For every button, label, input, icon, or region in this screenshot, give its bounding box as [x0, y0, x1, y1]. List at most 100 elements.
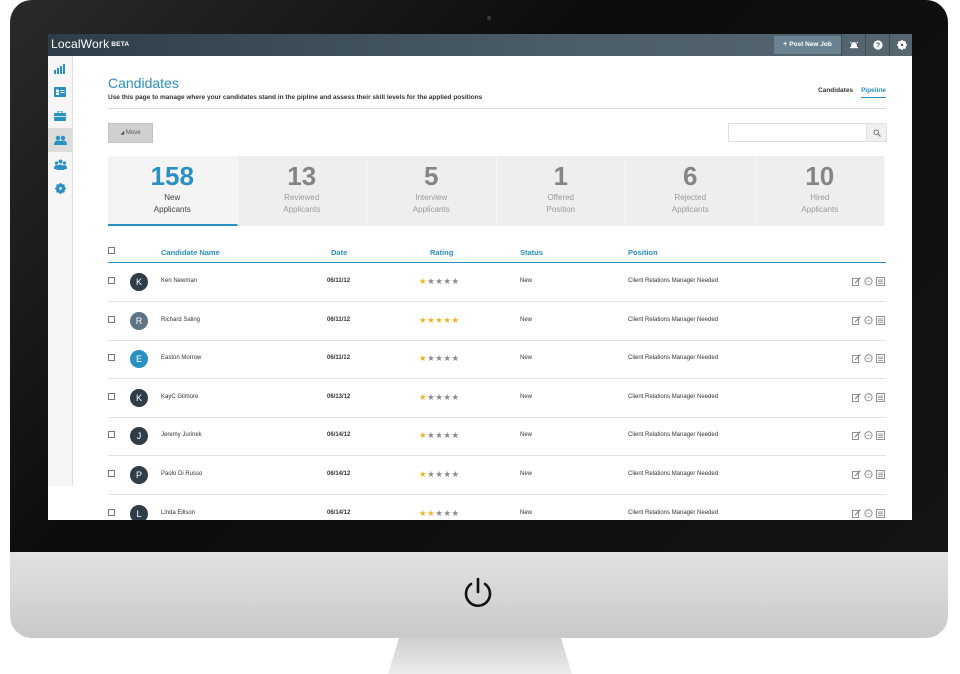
row-actions — [850, 392, 886, 403]
candidate-name[interactable]: Richard Saling — [161, 317, 200, 323]
comment-icon[interactable] — [863, 276, 874, 287]
row-checkbox[interactable] — [108, 470, 115, 477]
rating-stars[interactable]: ★★★★★ — [419, 469, 460, 480]
candidate-name[interactable]: Linda Ellison — [161, 510, 195, 516]
sidebar-item-jobs[interactable] — [48, 104, 72, 128]
page-title: Candidates — [108, 75, 179, 91]
move-button[interactable]: ◢ Move — [108, 123, 153, 143]
notes-icon[interactable] — [875, 469, 886, 480]
star-icon: ★ — [419, 391, 428, 402]
notes-icon[interactable] — [875, 353, 886, 364]
edit-icon[interactable] — [851, 469, 862, 480]
sidebar-item-team[interactable] — [48, 152, 72, 176]
candidate-name[interactable]: Easton Morrow — [161, 355, 201, 361]
edit-icon[interactable] — [851, 508, 862, 519]
app-logo[interactable]: LocalWork BETA — [51, 37, 129, 51]
stat-label-line2: Applicants — [671, 205, 709, 214]
pipeline-stats: 158 New Applicants 13 Reviewed Applicant… — [108, 156, 885, 228]
rating-stars[interactable]: ★★★★★ — [419, 392, 460, 403]
rating-stars[interactable]: ★★★★★ — [419, 353, 460, 364]
rating-stars[interactable]: ★★★★★ — [419, 276, 460, 287]
candidate-name[interactable]: Ken Newman — [161, 278, 197, 284]
table-row[interactable]: L Linda Ellison 06/14/12 ★★★★★ New Client Rel… — [108, 495, 886, 520]
search-input[interactable] — [729, 124, 864, 141]
notes-icon[interactable] — [875, 430, 886, 441]
stat-new-applicants[interactable]: 158 New Applicants — [108, 156, 238, 226]
edit-icon[interactable] — [851, 315, 862, 326]
briefcase-icon — [54, 111, 66, 121]
search-button[interactable] — [866, 124, 886, 141]
row-checkbox[interactable] — [108, 508, 115, 516]
star-icon: ★ — [443, 276, 452, 286]
row-checkbox[interactable] — [108, 354, 115, 362]
edit-icon[interactable] — [851, 276, 862, 287]
column-candidate-name[interactable]: Candidate Name — [161, 248, 220, 257]
table-row[interactable]: R Richard Saling 06/11/12 ★★★★★ New Client Re… — [108, 302, 886, 341]
tab-candidates[interactable]: Candidates — [818, 87, 853, 97]
move-label: Move — [125, 130, 141, 136]
comment-icon[interactable] — [863, 469, 874, 480]
star-icon: ★ — [443, 353, 452, 364]
notes-icon[interactable] — [875, 276, 886, 287]
comment-icon[interactable] — [863, 392, 874, 403]
gear-icon — [54, 182, 66, 194]
star-icon: ★ — [451, 314, 460, 325]
row-checkbox[interactable] — [108, 277, 115, 284]
notes-icon[interactable] — [875, 392, 886, 403]
sidebar-item-candidates[interactable] — [48, 128, 72, 152]
column-status[interactable]: Status — [520, 248, 543, 257]
application-date: 06/14/12 — [327, 509, 351, 516]
star-icon: ★ — [451, 507, 460, 518]
comment-icon[interactable] — [863, 353, 874, 364]
post-job-label: Post New Job — [789, 41, 832, 48]
rating-stars[interactable]: ★★★★★ — [419, 430, 460, 441]
column-rating[interactable]: Rating — [430, 248, 453, 257]
rating-stars[interactable]: ★★★★★ — [419, 508, 460, 519]
monitor-stand — [388, 638, 572, 674]
row-checkbox[interactable] — [108, 392, 115, 400]
stat-hired-applicants[interactable]: 10 Hired Applicants — [755, 156, 885, 226]
alarm-icon[interactable] — [841, 34, 866, 56]
edit-icon[interactable] — [851, 353, 862, 364]
notes-icon[interactable] — [875, 315, 886, 326]
stat-label-line2: Applicants — [412, 205, 450, 214]
candidate-name[interactable]: Jeremy Jurinek — [161, 432, 202, 438]
row-checkbox[interactable] — [108, 431, 115, 439]
stat-interview-applicants[interactable]: 5 Interview Applicants — [367, 156, 497, 226]
comment-icon[interactable] — [863, 508, 874, 519]
rating-stars[interactable]: ★★★★★ — [419, 315, 460, 326]
candidate-name[interactable]: Paolo Di Russo — [161, 471, 202, 477]
tab-pipeline[interactable]: Pipeline — [861, 87, 886, 98]
star-icon: ★ — [419, 469, 428, 479]
edit-icon[interactable] — [851, 430, 862, 441]
column-position[interactable]: Position — [628, 248, 658, 257]
stat-offered-position[interactable]: 1 Offered Position — [496, 156, 626, 226]
position-text: Client Relations Manager Needed — [628, 393, 719, 400]
star-icon: ★ — [443, 430, 452, 441]
table-row[interactable]: K Ken Newman 06/11/12 ★★★★★ New Client Relati… — [108, 263, 886, 302]
candidate-name[interactable]: KayC Gilmore — [161, 394, 198, 400]
move-icon: ◢ — [120, 130, 125, 136]
stat-rejected-applicants[interactable]: 6 Rejected Applicants — [626, 156, 756, 226]
sidebar-item-settings[interactable] — [48, 176, 72, 200]
sidebar-item-profiles[interactable] — [48, 80, 72, 104]
table-row[interactable]: P Paolo Di Russo 06/14/12 ★★★★★ New Client Re… — [108, 456, 886, 495]
column-date[interactable]: Date — [331, 248, 347, 257]
table-row[interactable]: K KayC Gilmore 06/13/12 ★★★★★ New Client Rela… — [108, 379, 886, 418]
gear-icon[interactable] — [889, 34, 912, 56]
table-row[interactable]: J Jeremy Jurinek 06/14/12 ★★★★★ New Client Re… — [108, 417, 886, 457]
notes-icon[interactable] — [875, 508, 886, 519]
stat-label-line1: Offered — [547, 193, 575, 202]
select-all-checkbox[interactable] — [108, 247, 115, 254]
edit-icon[interactable] — [851, 392, 862, 403]
position-text: Client Relations Manager Needed — [628, 471, 719, 477]
table-row[interactable]: E Easton Morrow 06/11/12 ★★★★★ New Client Rel… — [108, 340, 886, 380]
stat-reviewed-applicants[interactable]: 13 Reviewed Applicants — [237, 156, 367, 226]
comment-icon[interactable] — [863, 315, 874, 326]
sidebar-item-analytics[interactable] — [48, 56, 72, 80]
post-new-job-button[interactable]: + Post New Job — [774, 36, 841, 54]
help-icon[interactable]: ? — [865, 34, 890, 56]
status-text: New — [520, 471, 533, 477]
comment-icon[interactable] — [863, 430, 874, 441]
row-checkbox[interactable] — [108, 315, 115, 323]
